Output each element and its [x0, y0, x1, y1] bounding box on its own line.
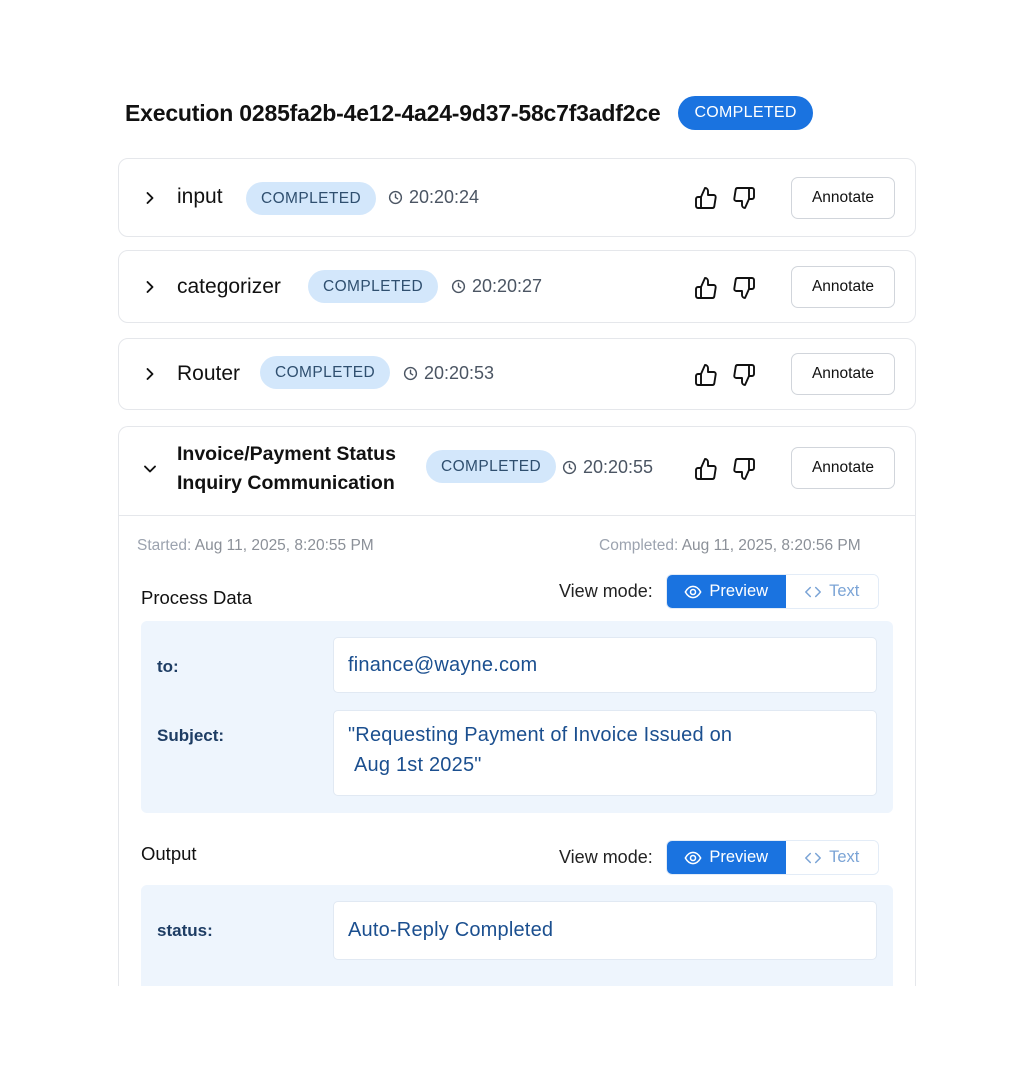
annotate-button[interactable]: Annotate [791, 353, 895, 395]
preview-label: Preview [709, 848, 769, 866]
field-value-subject[interactable]: "Requesting Payment of Invoice Issued on… [333, 710, 877, 796]
chevron-down-icon[interactable] [143, 462, 157, 476]
completed-timestamp: Completed: Aug 11, 2025, 8:20:56 PM [599, 537, 861, 555]
started-value: Aug 11, 2025, 8:20:55 PM [194, 537, 374, 554]
divider [119, 515, 915, 516]
process-data-title: Process Data [141, 587, 253, 608]
view-mode-label: View mode: [559, 847, 653, 867]
time-label: 20:20:27 [472, 276, 543, 296]
node-card-router: Router COMPLETED 20:20:53 Annotate [118, 338, 916, 410]
clock-icon [403, 366, 418, 381]
eye-icon [684, 585, 702, 598]
output-panel: status: Auto-Reply Completed [141, 885, 893, 986]
clock-icon [388, 190, 403, 205]
node-time: 20:20:53 [403, 363, 494, 384]
view-mode-toggle: Preview Text [665, 840, 879, 875]
time-label: 20:20:24 [409, 187, 480, 207]
completed-value: Aug 11, 2025, 8:20:56 PM [681, 537, 861, 554]
node-card-invoice-communication: Invoice/Payment Status Inquiry Communica… [118, 426, 916, 986]
status-badge: COMPLETED [426, 450, 557, 483]
node-card-input: input COMPLETED 20:20:24 Annotate [118, 158, 916, 237]
annotate-button[interactable]: Annotate [791, 447, 895, 489]
subject-line: "Requesting Payment of Invoice Issued on [348, 724, 733, 746]
thumbs-down-icon[interactable] [732, 186, 756, 210]
process-data-panel: to: finance@wayne.com Subject: "Requesti… [141, 621, 893, 813]
completed-label: Completed: [599, 537, 679, 554]
node-name[interactable]: Router [177, 362, 240, 386]
field-label-to: to: [157, 657, 179, 676]
thumbs-up-icon[interactable] [694, 276, 718, 300]
execution-title: Execution 0285fa2b-4e12-4a24-9d37-58c7f3… [125, 99, 661, 126]
execution-header: Execution 0285fa2b-4e12-4a24-9d37-58c7f3… [125, 94, 813, 132]
view-mode-label: View mode: [559, 581, 653, 601]
thumbs-up-icon[interactable] [694, 363, 718, 387]
thumbs-down-icon[interactable] [732, 363, 756, 387]
node-name[interactable]: input [177, 185, 223, 209]
annotate-button[interactable]: Annotate [791, 177, 895, 219]
eye-icon [684, 851, 702, 864]
thumbs-down-icon[interactable] [732, 457, 756, 481]
field-label-subject: Subject: [157, 726, 225, 745]
text-label: Text [829, 582, 860, 600]
output-view-mode: View mode: Preview Text [559, 840, 879, 875]
started-timestamp: Started: Aug 11, 2025, 8:20:55 PM [137, 537, 374, 555]
subject-line: Aug 1st 2025" [354, 754, 482, 776]
started-label: Started: [137, 537, 192, 554]
view-mode-toggle: Preview Text [665, 574, 879, 609]
text-label: Text [829, 848, 860, 866]
preview-toggle-button[interactable]: Preview [666, 575, 786, 608]
node-name-line: Inquiry Communication [177, 472, 395, 494]
node-name-line: Invoice/Payment Status [177, 443, 396, 465]
status-badge: COMPLETED [246, 182, 377, 215]
thumbs-down-icon[interactable] [732, 276, 756, 300]
preview-label: Preview [709, 582, 769, 600]
time-label: 20:20:53 [424, 363, 495, 383]
chevron-right-icon[interactable] [143, 191, 157, 205]
status-badge: COMPLETED [260, 356, 391, 389]
thumbs-up-icon[interactable] [694, 457, 718, 481]
output-title: Output [141, 843, 197, 864]
node-name[interactable]: Invoice/Payment Status Inquiry Communica… [177, 440, 396, 498]
clock-icon [451, 279, 466, 294]
text-toggle-button[interactable]: Text [785, 841, 878, 874]
process-data-view-mode: View mode: Preview Text [559, 574, 879, 609]
node-time: 20:20:27 [451, 276, 542, 297]
code-icon [805, 586, 822, 597]
status-badge: COMPLETED [308, 270, 439, 303]
clock-icon [562, 460, 577, 475]
preview-toggle-button[interactable]: Preview [666, 841, 786, 874]
chevron-right-icon[interactable] [143, 367, 157, 381]
time-label: 20:20:55 [583, 457, 654, 477]
code-icon [805, 852, 822, 863]
execution-status-badge: COMPLETED [678, 96, 813, 130]
field-value-status[interactable]: Auto-Reply Completed [333, 901, 877, 960]
node-card-categorizer: categorizer COMPLETED 20:20:27 Annotate [118, 250, 916, 323]
node-name[interactable]: categorizer [177, 275, 281, 299]
chevron-right-icon[interactable] [143, 280, 157, 294]
field-value-to[interactable]: finance@wayne.com [333, 637, 877, 693]
node-time: 20:20:55 [562, 457, 653, 478]
text-toggle-button[interactable]: Text [785, 575, 878, 608]
annotate-button[interactable]: Annotate [791, 266, 895, 308]
field-label-status: status: [157, 921, 213, 940]
node-time: 20:20:24 [388, 187, 479, 208]
thumbs-up-icon[interactable] [694, 186, 718, 210]
